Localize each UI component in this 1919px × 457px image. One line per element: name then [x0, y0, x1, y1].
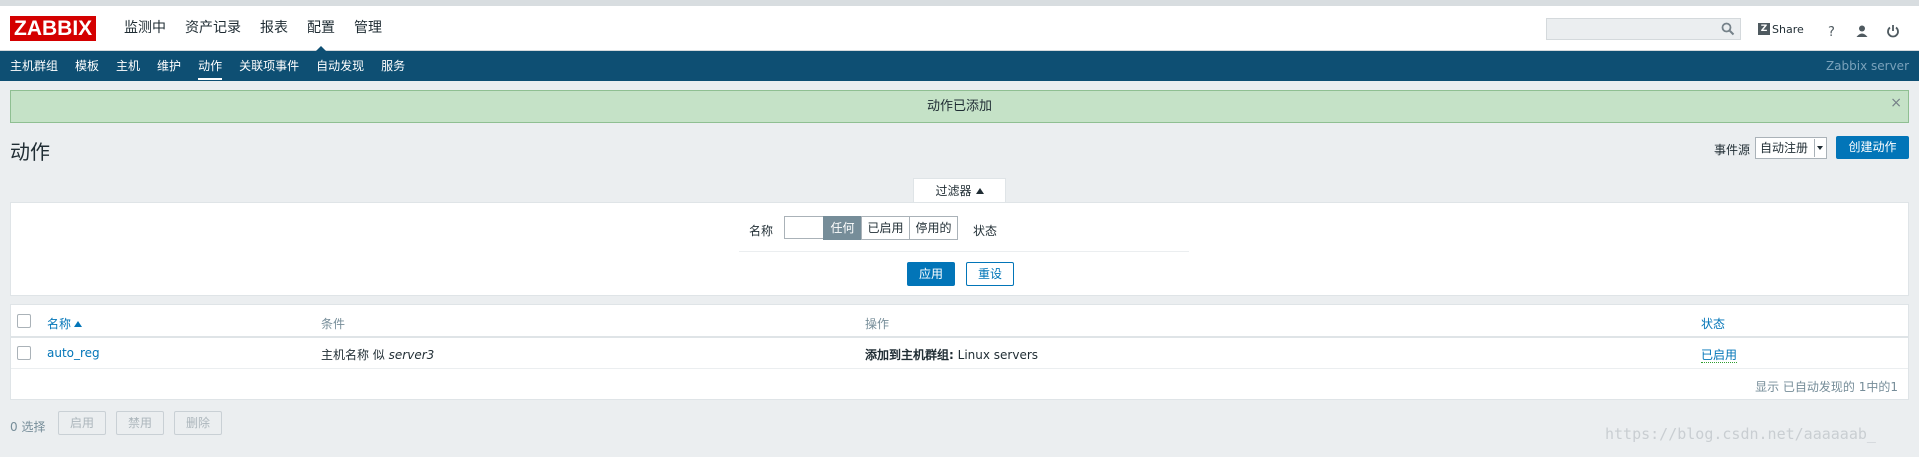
user-icon[interactable]	[1855, 24, 1869, 38]
filter-tab[interactable]: 过滤器	[913, 178, 1006, 203]
selected-count: 0 选择	[10, 420, 46, 434]
apply-button[interactable]: 应用	[907, 262, 955, 286]
row-divider	[11, 368, 1908, 369]
column-header-operations: 操作	[865, 317, 890, 331]
operation-value: Linux servers	[957, 348, 1039, 362]
delete-button[interactable]: 删除	[174, 411, 222, 435]
header-divider	[11, 336, 1908, 338]
subnav-maintenance[interactable]: 维护	[157, 51, 181, 81]
nav-item-configuration[interactable]: 配置	[307, 6, 335, 52]
filter-divider	[739, 251, 1189, 252]
share-button[interactable]: Z Share	[1758, 18, 1804, 40]
svg-text:?: ?	[1828, 25, 1835, 38]
filter-panel: 名称 状态 任何 已启用 停用的 应用 重设	[10, 202, 1909, 296]
table-footer-info: 显示 已自动发现的 1中的1	[1755, 380, 1898, 394]
nav-item-monitoring[interactable]: 监测中	[124, 6, 166, 51]
status-enabled-link[interactable]: 已启用	[1701, 348, 1738, 363]
select-all-checkbox[interactable]	[17, 314, 31, 328]
event-source-label: 事件源	[1714, 143, 1751, 157]
create-action-button[interactable]: 创建动作	[1836, 136, 1909, 159]
row-condition: 主机名称 似 server3	[321, 346, 434, 363]
event-source-value: 自动注册	[1760, 141, 1809, 155]
nav-item-administration[interactable]: 管理	[354, 6, 382, 51]
row-checkbox[interactable]	[17, 346, 31, 360]
subnav-hosts[interactable]: 主机	[116, 51, 140, 81]
zabbix-logo[interactable]: ZABBIX	[10, 16, 97, 41]
share-label: Share	[1772, 22, 1804, 36]
subnav-services[interactable]: 服务	[381, 51, 405, 81]
search-input[interactable]	[1546, 18, 1741, 40]
nav-item-inventory[interactable]: 资产记录	[185, 6, 241, 51]
status-option-enabled[interactable]: 已启用	[861, 216, 910, 240]
reset-button[interactable]: 重设	[966, 262, 1014, 286]
success-message: 动作已添加 ×	[10, 90, 1909, 123]
subnav-actions[interactable]: 动作	[198, 51, 223, 81]
subnav-discovery[interactable]: 自动发现	[316, 51, 364, 81]
chevron-down-icon	[1814, 139, 1825, 157]
sub-nav: 主机群组 模板 主机 维护 动作 关联项事件 自动发现 服务 Zabbix se…	[0, 51, 1919, 81]
caret-up-icon	[975, 188, 984, 194]
filter-tab-label: 过滤器	[935, 184, 972, 198]
server-name: Zabbix server	[1825, 59, 1909, 73]
action-name-link[interactable]: auto_reg	[47, 346, 100, 360]
search-icon[interactable]	[1721, 22, 1735, 36]
actions-table: 名称 条件 操作 状态 auto_reg 主机名称 似 server3 添加到主…	[10, 304, 1909, 400]
filter-name-label: 名称	[749, 224, 774, 238]
watermark: https://blog.csdn.net/aaaaaab_	[1605, 425, 1876, 443]
main-nav: 监测中 资产记录 报表 配置 管理	[124, 6, 401, 52]
row-operation: 添加到主机群组: Linux servers	[865, 346, 1038, 363]
operation-label: 添加到主机群组:	[865, 348, 954, 362]
disable-button[interactable]: 禁用	[116, 411, 164, 435]
power-icon[interactable]	[1886, 24, 1900, 38]
condition-prefix: 主机名称 似	[321, 348, 385, 362]
column-header-conditions: 条件	[321, 317, 346, 331]
enable-button[interactable]: 启用	[58, 411, 106, 435]
subnav-templates[interactable]: 模板	[75, 51, 99, 81]
nav-item-reports[interactable]: 报表	[260, 6, 288, 51]
page-title: 动作	[10, 140, 50, 164]
row-status: 已启用	[1701, 346, 1738, 363]
subnav-host-groups[interactable]: 主机群组	[10, 51, 58, 81]
filter-status-label: 状态	[973, 224, 998, 238]
share-logo-icon: Z	[1758, 23, 1770, 35]
condition-value: server3	[388, 348, 435, 362]
column-header-status[interactable]: 状态	[1701, 315, 1725, 332]
success-message-text: 动作已添加	[926, 99, 992, 114]
subnav-correlation[interactable]: 关联项事件	[239, 51, 299, 81]
column-header-name[interactable]: 名称	[47, 315, 83, 332]
top-bar: ZABBIX 监测中 资产记录 报表 配置 管理 Z Share ?	[0, 0, 1919, 52]
sort-asc-icon	[74, 321, 83, 327]
help-icon[interactable]: ?	[1824, 24, 1838, 38]
row-name: auto_reg	[47, 346, 100, 360]
event-source-select[interactable]: 自动注册	[1755, 137, 1827, 159]
column-header-name-label: 名称	[47, 317, 72, 331]
status-option-disabled[interactable]: 停用的	[909, 216, 958, 240]
status-option-any[interactable]: 任何	[823, 216, 862, 240]
close-icon[interactable]: ×	[1890, 91, 1902, 116]
